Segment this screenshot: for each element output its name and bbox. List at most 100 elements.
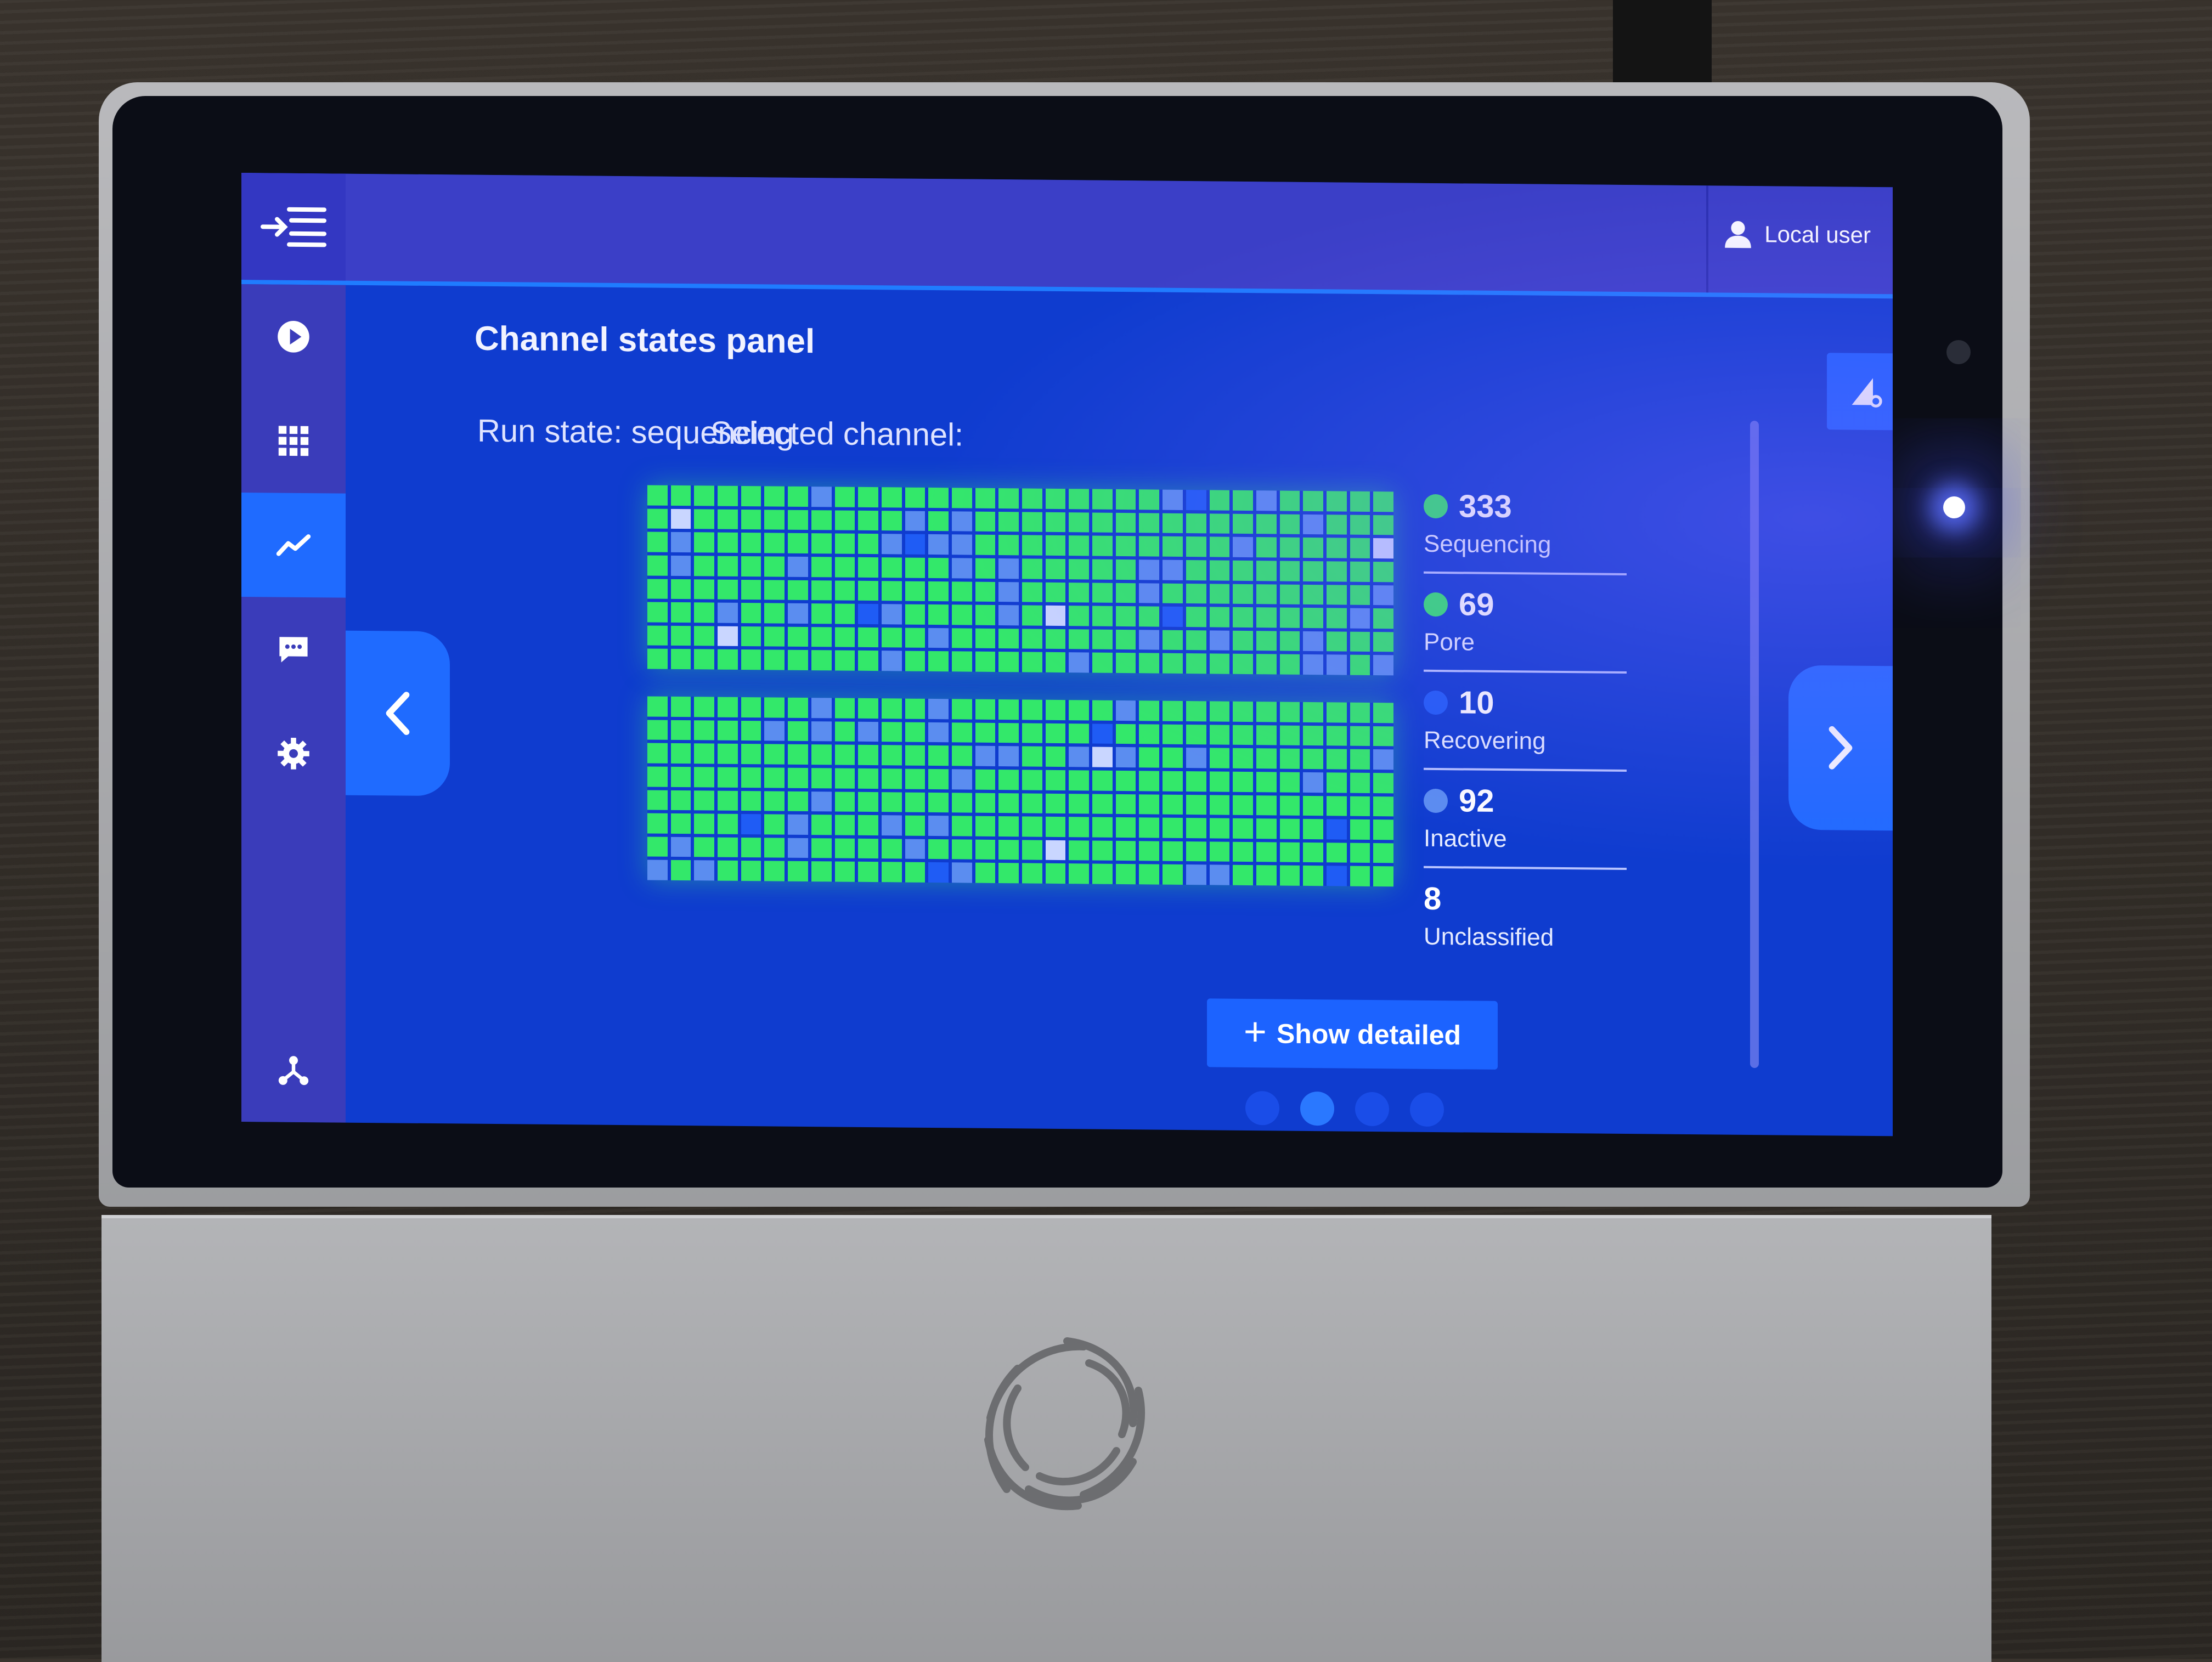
channel-cell[interactable]: [1069, 535, 1089, 556]
channel-cell[interactable]: [1303, 608, 1323, 628]
sidebar-item-start[interactable]: [241, 284, 346, 389]
channel-cell[interactable]: [1092, 864, 1113, 884]
channel-cell[interactable]: [975, 746, 996, 766]
channel-cell[interactable]: [1186, 513, 1206, 534]
channel-cell[interactable]: [1139, 536, 1159, 557]
channel-cell[interactable]: [928, 534, 949, 555]
channel-cell[interactable]: [1256, 537, 1277, 557]
channel-cell[interactable]: [647, 790, 668, 810]
channel-cell[interactable]: [741, 486, 761, 506]
channel-cell[interactable]: [975, 535, 996, 555]
channel-cell[interactable]: [928, 651, 949, 671]
channel-cell[interactable]: [835, 651, 855, 671]
channel-cell[interactable]: [741, 626, 761, 647]
channel-cell[interactable]: [1327, 749, 1347, 770]
channel-cell[interactable]: [1210, 795, 1230, 815]
channel-cell[interactable]: [1046, 840, 1066, 861]
channel-cell[interactable]: [835, 698, 855, 718]
channel-cell[interactable]: [1163, 536, 1183, 557]
channel-cell[interactable]: [998, 770, 1019, 790]
channel-cell[interactable]: [788, 533, 808, 553]
channel-cell[interactable]: [741, 767, 761, 788]
channel-cell[interactable]: [1280, 772, 1300, 792]
channel-cell[interactable]: [1022, 512, 1042, 532]
channel-cell[interactable]: [1092, 747, 1113, 767]
channel-cell[interactable]: [998, 512, 1019, 532]
channel-cell[interactable]: [1350, 866, 1370, 886]
channel-cell[interactable]: [1022, 535, 1042, 556]
channel-cell[interactable]: [788, 510, 808, 530]
channel-cell[interactable]: [671, 790, 691, 810]
channel-cell[interactable]: [1256, 772, 1277, 792]
channel-cell[interactable]: [928, 488, 949, 508]
channel-cell[interactable]: [1210, 584, 1230, 604]
channel-cell[interactable]: [694, 697, 714, 717]
channel-cell[interactable]: [1092, 536, 1113, 556]
channel-cell[interactable]: [647, 625, 668, 646]
channel-cell[interactable]: [718, 814, 738, 834]
channel-cell[interactable]: [1327, 866, 1347, 886]
channel-cell[interactable]: [975, 722, 996, 743]
channel-cell[interactable]: [764, 791, 785, 811]
channel-cell[interactable]: [1163, 513, 1183, 533]
channel-cell[interactable]: [928, 769, 949, 789]
channel-cell[interactable]: [671, 743, 691, 764]
channel-cell[interactable]: [1022, 699, 1042, 720]
channel-cell[interactable]: [952, 535, 972, 555]
channel-cell[interactable]: [788, 815, 808, 835]
channel-cell[interactable]: [741, 861, 761, 881]
channel-cell[interactable]: [1116, 653, 1136, 673]
channel-cell[interactable]: [858, 745, 878, 765]
channel-cell[interactable]: [694, 861, 714, 881]
channel-cell[interactable]: [1280, 749, 1300, 769]
channel-cell[interactable]: [741, 649, 761, 670]
channel-cell[interactable]: [1116, 559, 1136, 580]
channel-cell[interactable]: [741, 790, 761, 811]
channel-cell[interactable]: [1327, 538, 1347, 558]
channel-cell[interactable]: [882, 698, 902, 719]
channel-cell[interactable]: [928, 558, 949, 578]
channel-cell[interactable]: [1210, 841, 1230, 862]
channel-cell[interactable]: [1046, 629, 1066, 649]
channel-cell[interactable]: [1350, 655, 1370, 675]
channel-cell[interactable]: [1116, 583, 1136, 603]
channel-cell[interactable]: [694, 579, 714, 600]
channel-cell[interactable]: [718, 744, 738, 764]
sidebar-item-messages[interactable]: [241, 597, 346, 702]
channel-cell[interactable]: [1327, 726, 1347, 746]
channel-cell[interactable]: [1186, 864, 1206, 885]
channel-cell[interactable]: [1069, 512, 1089, 533]
channel-cell[interactable]: [858, 534, 878, 554]
channel-cell[interactable]: [1327, 561, 1347, 581]
channel-cell[interactable]: [905, 557, 926, 578]
channel-cell[interactable]: [1233, 725, 1253, 745]
channel-cell[interactable]: [975, 558, 996, 579]
channel-cell[interactable]: [835, 627, 855, 647]
channel-cell[interactable]: [1327, 772, 1347, 793]
channel-cell[interactable]: [647, 602, 668, 623]
sidebar-item-settings[interactable]: [241, 701, 346, 806]
channel-cell[interactable]: [1069, 770, 1089, 790]
channel-cell[interactable]: [858, 604, 878, 624]
channel-cell[interactable]: [1350, 843, 1370, 863]
channel-cell[interactable]: [741, 533, 761, 553]
channel-cell[interactable]: [882, 862, 902, 883]
channel-cell[interactable]: [671, 767, 691, 787]
channel-cell[interactable]: [764, 556, 785, 576]
channel-cell[interactable]: [764, 533, 785, 553]
channel-cell[interactable]: [1280, 538, 1300, 558]
channel-cell[interactable]: [718, 626, 738, 646]
channel-cell[interactable]: [1092, 840, 1113, 861]
channel-cell[interactable]: [858, 580, 878, 601]
channel-cell[interactable]: [1373, 843, 1393, 863]
channel-cell[interactable]: [694, 485, 714, 506]
channel-cell[interactable]: [764, 486, 785, 506]
channel-cell[interactable]: [928, 604, 949, 625]
channel-cell[interactable]: [1069, 489, 1089, 509]
channel-cell[interactable]: [928, 816, 949, 836]
channel-cell[interactable]: [811, 603, 832, 624]
channel-cell[interactable]: [1022, 558, 1042, 579]
channel-cell[interactable]: [1233, 702, 1253, 722]
channel-cell[interactable]: [1186, 841, 1206, 862]
channel-cell[interactable]: [718, 720, 738, 740]
